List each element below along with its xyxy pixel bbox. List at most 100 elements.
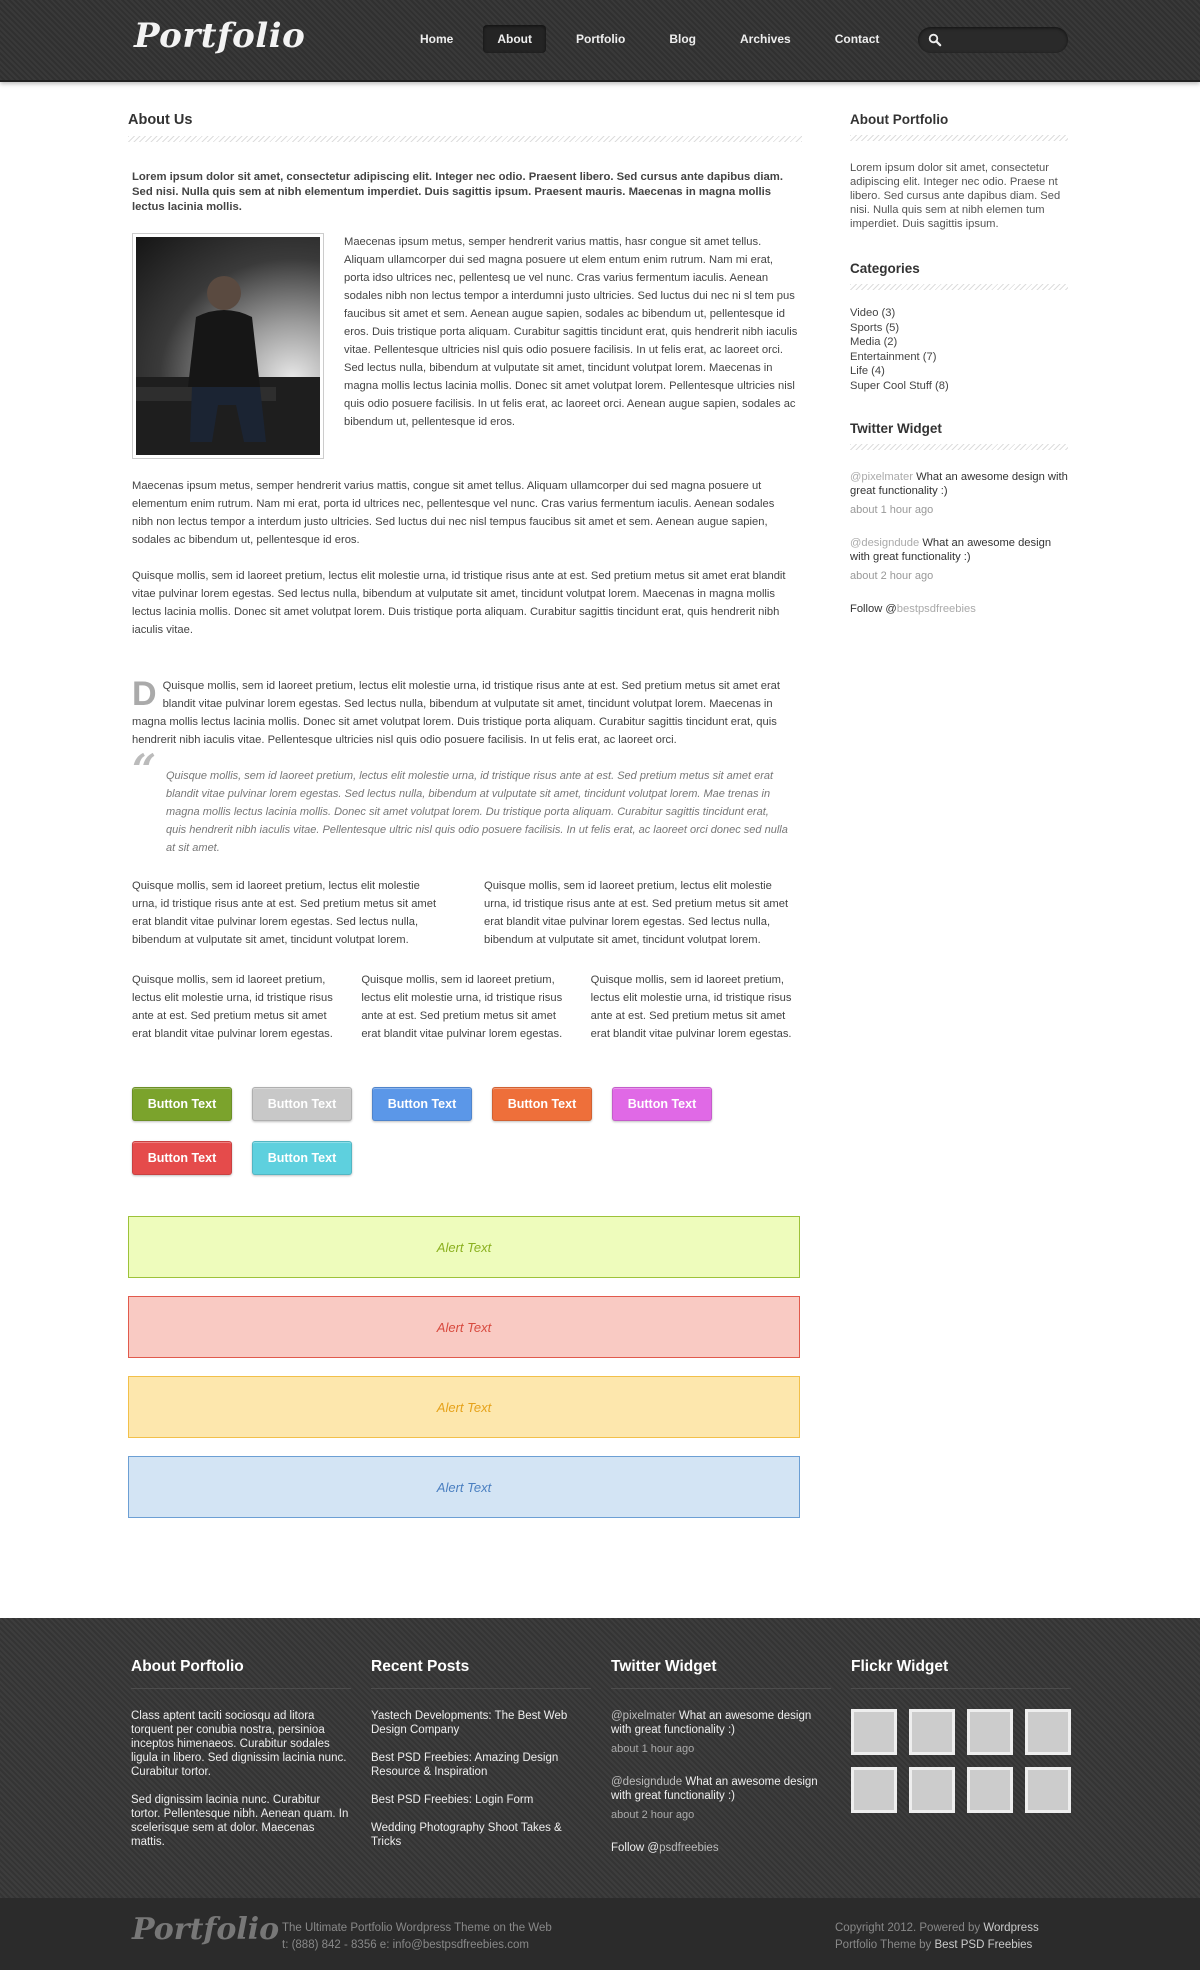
search-input[interactable]: [946, 31, 1058, 49]
footer-logo[interactable]: Portfolio: [132, 1912, 279, 1947]
category-list: Video (3) Sports (5) Media (2) Entertain…: [850, 306, 1068, 393]
tweet-handle[interactable]: designdude: [861, 537, 919, 549]
category-item[interactable]: Video (3): [850, 306, 1068, 321]
footer-about-text: Class aptent taciti sociosqu ad litora t…: [131, 1710, 347, 1778]
tweet-text: @pixelmater What an awesome design with …: [850, 471, 1068, 497]
nav-about[interactable]: About: [483, 25, 546, 53]
pink-button[interactable]: Button Text: [612, 1087, 712, 1121]
media-block: Maecenas ipsum metus, semper hendrerit v…: [132, 233, 798, 459]
category-item[interactable]: Sports (5): [850, 321, 1068, 336]
nav-home[interactable]: Home: [406, 25, 467, 53]
tweet-time: about 1 hour ago: [850, 504, 934, 516]
intro-paragraph: Lorem ipsum dolor sit amet, consectetur …: [132, 171, 783, 213]
two-column-text: Quisque mollis, sem id laoreet pretium, …: [132, 877, 798, 949]
site-logo[interactable]: Portfolio: [134, 16, 305, 56]
nav-blog[interactable]: Blog: [655, 25, 710, 53]
sidebar-divider: [850, 444, 1068, 450]
cyan-button[interactable]: Button Text: [252, 1141, 352, 1175]
sidebar-about-title: About Portfolio: [850, 112, 949, 127]
main-content: About Us Lorem ipsum dolor sit amet, con…: [128, 112, 802, 1536]
quote-text: Quisque mollis, sem id laoreet pretium, …: [166, 770, 788, 854]
tweet-handle[interactable]: pixelmater: [861, 471, 913, 483]
footer-about: About Porftolio Class aptent taciti soci…: [131, 1658, 351, 1849]
column-text: Quisque mollis, sem id laoreet pretium, …: [132, 880, 437, 946]
category-item[interactable]: Media (2): [850, 335, 1068, 350]
follow-link[interactable]: Follow @psdfreebies: [611, 1841, 831, 1855]
tweet: @pixelmater What an awesome design with …: [850, 470, 1068, 516]
tweet-text: @designdude What an awesome design with …: [611, 1776, 818, 1802]
tweet-handle[interactable]: @pixelmater: [611, 1710, 676, 1722]
tweet-time: about 2 hour ago: [850, 570, 934, 582]
body-paragraph-2: Quisque mollis, sem id laoreet pretium, …: [132, 570, 786, 636]
tweet-handle[interactable]: @designdude: [611, 1776, 682, 1788]
tweet-text: @designdude What an awesome design with …: [850, 537, 1052, 563]
footer-flickr: Flickr Widget: [851, 1658, 1071, 1813]
red-button[interactable]: Button Text: [132, 1141, 232, 1175]
tweet-text: @pixelmater What an awesome design with …: [611, 1710, 812, 1736]
flickr-thumbnail[interactable]: [909, 1709, 955, 1755]
column-text: Quisque mollis, sem id laoreet pretium, …: [132, 974, 333, 1040]
flickr-thumbnail[interactable]: [851, 1767, 897, 1813]
nav-contact[interactable]: Contact: [821, 25, 894, 53]
footer-recent-posts: Recent Posts Yastech Developments: The B…: [371, 1658, 591, 1863]
dropcap-letter: D: [132, 675, 157, 713]
column-text: Quisque mollis, sem id laoreet pretium, …: [590, 974, 792, 1040]
search-box[interactable]: [918, 27, 1068, 53]
footer-bottom-bar: Portfolio The Ultimate Portfolio Wordpre…: [0, 1898, 1200, 1970]
category-item[interactable]: Life (4): [850, 364, 1068, 379]
recent-post-link[interactable]: Best PSD Freebies: Login Form: [371, 1793, 591, 1807]
sidebar-divider: [850, 284, 1068, 290]
photo-image: [136, 237, 320, 455]
search-icon[interactable]: [928, 33, 942, 47]
sidebar-about-text: Lorem ipsum dolor sit amet, consectetur …: [850, 162, 1061, 230]
person-silhouette: [136, 276, 320, 455]
site-header: Portfolio Home About Portfolio Blog Arch…: [0, 0, 1200, 82]
wordpress-link[interactable]: Wordpress: [983, 1922, 1038, 1934]
nav-archives[interactable]: Archives: [726, 25, 805, 53]
flickr-grid: [851, 1709, 1071, 1813]
title-divider: [128, 136, 802, 142]
profile-photo: [132, 233, 324, 459]
orange-button[interactable]: Button Text: [492, 1087, 592, 1121]
footer-tweet: @pixelmater What an awesome design with …: [611, 1709, 831, 1755]
nav-portfolio[interactable]: Portfolio: [562, 25, 639, 53]
footer-tweet: @designdude What an awesome design with …: [611, 1775, 831, 1821]
sidebar-twitter-title: Twitter Widget: [850, 421, 942, 436]
button-showcase: Button Text Button Text Button Text Butt…: [132, 1087, 732, 1195]
blockquote: “ Quisque mollis, sem id laoreet pretium…: [132, 749, 792, 857]
grey-button[interactable]: Button Text: [252, 1087, 352, 1121]
category-item[interactable]: Super Cool Stuff (8): [850, 379, 1068, 394]
page-title: About Us: [128, 112, 193, 128]
sidebar-divider: [850, 135, 1068, 141]
info-alert: Alert Text: [128, 1456, 800, 1518]
blue-button[interactable]: Button Text: [372, 1087, 472, 1121]
flickr-thumbnail[interactable]: [851, 1709, 897, 1755]
body-paragraph-1: Maecenas ipsum metus, semper hendrerit v…: [132, 480, 775, 546]
footer-tagline: The Ultimate Portfolio Wordpress Theme o…: [282, 1922, 552, 1934]
footer-posts-title: Recent Posts: [371, 1658, 591, 1689]
alert-showcase: Alert Text Alert Text Alert Text Alert T…: [128, 1216, 802, 1518]
follow-link[interactable]: Follow @bestpsdfreebies: [850, 602, 1068, 616]
recent-post-link[interactable]: Yastech Developments: The Best Web Desig…: [371, 1709, 591, 1737]
footer-flickr-title: Flickr Widget: [851, 1658, 1071, 1689]
footer-about-text: Sed dignissim lacinia nunc. Curabitur to…: [131, 1794, 349, 1848]
tweet: @designdude What an awesome design with …: [850, 536, 1068, 582]
flickr-thumbnail[interactable]: [967, 1709, 1013, 1755]
green-button[interactable]: Button Text: [132, 1087, 232, 1121]
dropcap-paragraph: D Quisque mollis, sem id laoreet pretium…: [132, 677, 798, 749]
flickr-thumbnail[interactable]: [909, 1767, 955, 1813]
recent-post-link[interactable]: Best PSD Freebies: Amazing Design Resour…: [371, 1751, 591, 1779]
bestpsdfreebies-link[interactable]: Best PSD Freebies: [935, 1939, 1033, 1951]
media-text: Maecenas ipsum metus, semper hendrerit v…: [344, 236, 798, 428]
footer-twitter: Twitter Widget @pixelmater What an aweso…: [611, 1658, 831, 1855]
footer-tagline-block: The Ultimate Portfolio Wordpress Theme o…: [282, 1920, 552, 1954]
quote-icon: “: [132, 745, 157, 794]
flickr-thumbnail[interactable]: [967, 1767, 1013, 1813]
flickr-thumbnail[interactable]: [1025, 1767, 1071, 1813]
flickr-thumbnail[interactable]: [1025, 1709, 1071, 1755]
error-alert: Alert Text: [128, 1296, 800, 1358]
column-text: Quisque mollis, sem id laoreet pretium, …: [484, 880, 789, 946]
recent-post-link[interactable]: Wedding Photography Shoot Takes & Tricks: [371, 1821, 591, 1849]
category-item[interactable]: Entertainment (7): [850, 350, 1068, 365]
footer-copyright: Copyright 2012. Powered by Wordpress Por…: [835, 1922, 1039, 1951]
